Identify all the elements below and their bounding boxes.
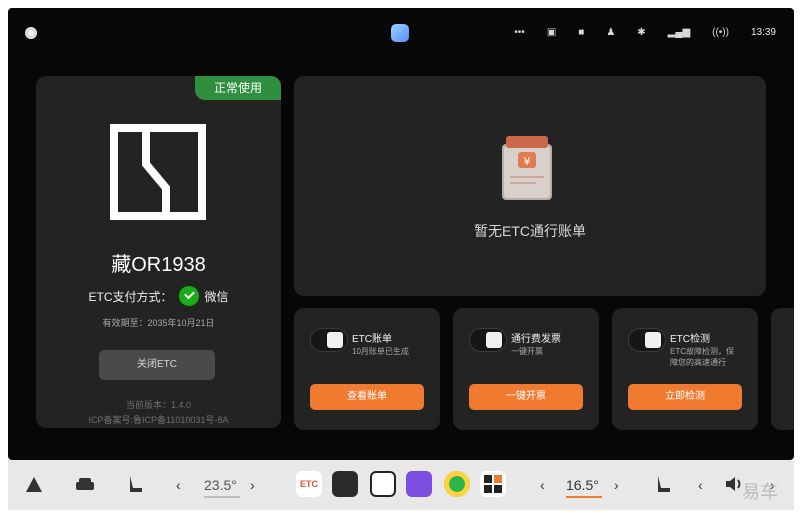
left-temp-up[interactable]: ›: [250, 474, 255, 496]
service-subtitle: 一键开票: [511, 347, 543, 356]
issue-invoice-button[interactable]: 一键开票: [469, 384, 583, 410]
person-icon: ♟: [606, 26, 616, 38]
empty-bill-text: 暂无ETC通行账单: [474, 223, 586, 239]
etc-app-icon[interactable]: ETC: [296, 471, 322, 497]
license-plate: 藏OR1938: [111, 254, 206, 276]
cast-icon[interactable]: ▣: [547, 27, 556, 38]
payment-method: 微信: [204, 289, 229, 304]
volume-down[interactable]: ‹: [698, 474, 703, 496]
more-icon[interactable]: •••: [514, 27, 525, 38]
left-temp-underline: [204, 496, 240, 498]
seat-icon[interactable]: [126, 474, 144, 494]
bluetooth-icon: ✱: [637, 26, 646, 38]
expiry-date: 有效期至：2035年10月21日: [102, 318, 215, 328]
car-screen: ••• ▣ ■ ♟ ✱ ▂▄▆ ((•)) 13:39 正常使用 藏OR1938…: [8, 8, 794, 460]
camera-icon[interactable]: ■: [578, 27, 584, 38]
assistant-icon[interactable]: [391, 24, 409, 42]
service-card-invoice[interactable]: 通行费发票 一键开票 一键开票: [453, 308, 599, 430]
crown-app-icon[interactable]: [406, 471, 432, 497]
shield-check-icon: [628, 328, 666, 352]
service-card-bill[interactable]: ETC账单 10月账单已生成 查看账单: [294, 308, 440, 430]
left-temp-down[interactable]: ‹: [176, 474, 181, 496]
icp-text: ICP备案号:鲁ICP备11010031号-8A: [88, 415, 229, 425]
service-subtitle: 10月账单已生成: [352, 347, 409, 356]
video-app-icon[interactable]: [370, 471, 396, 497]
service-card-check[interactable]: ETC检测 ETC故障检测，保障您的高速通行 立即检测: [612, 308, 758, 430]
home-indicator-icon[interactable]: [25, 27, 37, 39]
car-icon[interactable]: [74, 474, 96, 494]
left-temperature: 23.5°: [204, 477, 237, 493]
home-shortcut-icon[interactable]: [24, 474, 44, 494]
right-temp-up[interactable]: ›: [614, 474, 619, 496]
payment-label: ETC支付方式：: [88, 289, 173, 304]
wechat-icon: [178, 286, 199, 306]
apps-grid-icon[interactable]: [480, 471, 506, 497]
music-app-icon[interactable]: [444, 471, 470, 497]
service-title: 通行费发票: [511, 334, 561, 345]
right-temp-underline: [566, 496, 602, 498]
clock: 13:39: [750, 26, 776, 38]
wireless-icon: ((•)): [712, 26, 729, 38]
signal-icon: ▂▄▆: [667, 26, 691, 38]
etc-logo-icon: [110, 124, 206, 220]
payment-row: ETC支付方式： 微信: [36, 286, 281, 306]
apps-grid-glyph: [484, 475, 502, 493]
right-temp-down[interactable]: ‹: [540, 474, 545, 496]
service-title: ETC账单: [352, 334, 392, 345]
service-subtitle: ETC故障检测，保障您的高速通行: [670, 347, 734, 367]
version-text: 当前版本：1.4.0: [125, 400, 192, 410]
check-now-button[interactable]: 立即检测: [628, 384, 742, 410]
view-bill-button[interactable]: 查看账单: [310, 384, 424, 410]
bill-panel: ¥ 暂无ETC通行账单: [294, 76, 766, 296]
passenger-seat-icon[interactable]: [654, 474, 672, 494]
etc-card: 正常使用 藏OR1938 ETC支付方式： 微信 有效期至：2035年10月21…: [36, 76, 281, 428]
status-icons: ••• ▣ ■ ♟ ✱ ▂▄▆ ((•)) 13:39: [514, 22, 776, 42]
empty-bill-icon: ¥: [502, 136, 552, 200]
invoice-icon: [469, 328, 507, 352]
svg-text:¥: ¥: [524, 155, 531, 168]
service-card-partial[interactable]: [771, 308, 794, 430]
bottom-dock: ‹ 23.5° › ETC ‹ 16.5° › ‹ ›: [8, 460, 794, 510]
watermark-text: 易车: [742, 482, 778, 502]
status-badge: 正常使用: [195, 76, 281, 100]
service-title: ETC检测: [670, 334, 710, 345]
bill-icon: [310, 328, 348, 352]
close-etc-button[interactable]: 关闭ETC: [99, 350, 215, 380]
racing-app-icon[interactable]: [332, 471, 358, 497]
right-temperature: 16.5°: [566, 477, 599, 493]
status-bar: ••• ▣ ■ ♟ ✱ ▂▄▆ ((•)) 13:39: [8, 8, 794, 56]
